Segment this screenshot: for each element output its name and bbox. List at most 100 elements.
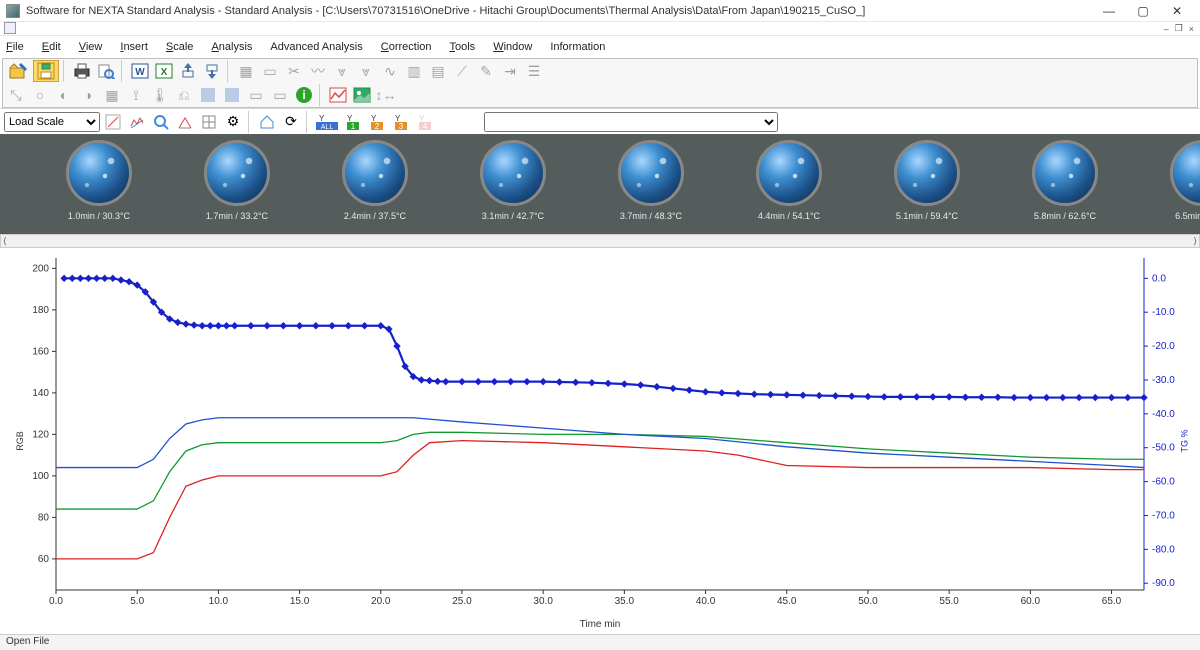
- tool-curve2-button[interactable]: ⩔: [331, 60, 353, 82]
- menu-advanced-analysis[interactable]: Advanced Analysis: [270, 41, 362, 53]
- close-button[interactable]: ✕: [1160, 1, 1194, 21]
- thumbnail-caption: 6.5min / 64.6°: [1134, 211, 1200, 221]
- print-button[interactable]: [71, 60, 93, 82]
- minimize-button[interactable]: —: [1092, 1, 1126, 21]
- toolbar-row-2: ⤡ ○ ◐ ◑ ▦ ⟟ 🌡 ⎌ ▭ ▭ i ↕↔: [3, 83, 1197, 107]
- scale-grid-button[interactable]: [198, 111, 220, 133]
- thumbnail[interactable]: 1.0min / 30.3°C: [30, 140, 168, 221]
- menu-edit[interactable]: Edit: [42, 41, 61, 53]
- gallery-scrollbar[interactable]: ⟨ ⟩: [0, 234, 1200, 248]
- open-button[interactable]: [5, 60, 31, 82]
- tool2-a[interactable]: ⤡: [5, 84, 27, 106]
- tool2-d[interactable]: ◑: [77, 84, 99, 106]
- tool2-i[interactable]: ▭: [269, 84, 291, 106]
- scale-gear-button[interactable]: ⚙: [222, 111, 244, 133]
- window-title: Software for NEXTA Standard Analysis - S…: [26, 5, 1092, 17]
- svg-text:140: 140: [32, 388, 49, 399]
- scale-select[interactable]: Load Scale: [4, 112, 100, 132]
- tool2-c[interactable]: ◐: [53, 84, 75, 106]
- svg-text:-50.0: -50.0: [1152, 443, 1175, 454]
- menu-tools[interactable]: Tools: [450, 41, 476, 53]
- tool-grid2-button[interactable]: ▤: [427, 60, 449, 82]
- tool-curve3-button[interactable]: ⩔: [355, 60, 377, 82]
- tool2-e[interactable]: ⟟: [125, 84, 147, 106]
- tool-pencil-button[interactable]: ✎: [475, 60, 497, 82]
- mdi-close-icon[interactable]: ×: [1189, 24, 1194, 34]
- tool-paste-button[interactable]: ▭: [259, 60, 281, 82]
- thumbnail[interactable]: 3.7min / 48.3°C: [582, 140, 720, 221]
- scale-btn-2[interactable]: [126, 111, 148, 133]
- menu-view[interactable]: View: [79, 41, 103, 53]
- svg-text:25.0: 25.0: [452, 596, 472, 607]
- chart-area[interactable]: 60801001201401601802000.0-10.0-20.0-30.0…: [0, 248, 1200, 634]
- tool-cut-button[interactable]: ✂: [283, 60, 305, 82]
- mdi-restore-icon[interactable]: ❐: [1175, 23, 1183, 34]
- menu-scale[interactable]: Scale: [166, 41, 194, 53]
- export-word-button[interactable]: W: [129, 60, 151, 82]
- svg-text:0.0: 0.0: [1152, 273, 1166, 284]
- menu-correction[interactable]: Correction: [381, 41, 432, 53]
- tool-range-button[interactable]: ⇥: [499, 60, 521, 82]
- tool-misc-button[interactable]: ☰: [523, 60, 545, 82]
- tool2-arrows[interactable]: ↕↔: [375, 84, 397, 106]
- chart-svg: 60801001201401601802000.0-10.0-20.0-30.0…: [0, 248, 1200, 620]
- export-excel-button[interactable]: X: [153, 60, 175, 82]
- tool2-grid[interactable]: ▦: [101, 84, 123, 106]
- thumbnail[interactable]: 6.5min / 64.6°: [1134, 140, 1200, 221]
- svg-text:2: 2: [375, 122, 380, 131]
- save-button[interactable]: [33, 60, 59, 82]
- tool-copy-button[interactable]: ▦: [235, 60, 257, 82]
- scale-home-button[interactable]: [256, 111, 278, 133]
- thumbnail[interactable]: 5.8min / 62.6°C: [996, 140, 1134, 221]
- series-select[interactable]: [484, 112, 778, 132]
- export-up-button[interactable]: [177, 60, 199, 82]
- thumbnail-image: [342, 140, 408, 206]
- scroll-left-icon[interactable]: ⟨: [3, 236, 7, 247]
- scale-peak-button[interactable]: [174, 111, 196, 133]
- svg-text:3: 3: [399, 122, 404, 131]
- thumbnail[interactable]: 2.4min / 37.5°C: [306, 140, 444, 221]
- maximize-button[interactable]: ▢: [1126, 1, 1160, 21]
- tool-peak-button[interactable]: ⟋: [451, 60, 473, 82]
- info-button[interactable]: i: [293, 84, 315, 106]
- tool2-g[interactable]: ⎌: [173, 84, 195, 106]
- svg-text:5.0: 5.0: [130, 596, 144, 607]
- tool2-temp-icon[interactable]: 🌡: [149, 84, 171, 106]
- y-all-button[interactable]: YALL: [314, 111, 340, 133]
- tool2-h[interactable]: ▭: [245, 84, 267, 106]
- titlebar: Software for NEXTA Standard Analysis - S…: [0, 0, 1200, 22]
- svg-text:200: 200: [32, 263, 49, 274]
- menu-information[interactable]: Information: [550, 41, 605, 53]
- thumbnail[interactable]: 1.7min / 33.2°C: [168, 140, 306, 221]
- menu-window[interactable]: Window: [493, 41, 532, 53]
- tool-curve4-button[interactable]: ∿: [379, 60, 401, 82]
- thumbnail[interactable]: 5.1min / 59.4°C: [858, 140, 996, 221]
- thumbnail-image: [1032, 140, 1098, 206]
- svg-text:-60.0: -60.0: [1152, 477, 1175, 488]
- tool2-b[interactable]: ○: [29, 84, 51, 106]
- tool2-blue2[interactable]: [221, 84, 243, 106]
- y2-button[interactable]: Y2: [366, 111, 388, 133]
- menu-file[interactable]: File: [6, 41, 24, 53]
- y1-button[interactable]: Y1: [342, 111, 364, 133]
- menu-insert[interactable]: Insert: [120, 41, 148, 53]
- thumbnail-image: [480, 140, 546, 206]
- image-toggle-button[interactable]: [351, 84, 373, 106]
- tool-curve1-button[interactable]: 〰: [307, 60, 329, 82]
- thumbnail[interactable]: 3.1min / 42.7°C: [444, 140, 582, 221]
- tool2-blue1[interactable]: [197, 84, 219, 106]
- scroll-right-icon[interactable]: ⟩: [1193, 236, 1197, 247]
- thumbnail[interactable]: 4.4min / 54.1°C: [720, 140, 858, 221]
- menu-analysis[interactable]: Analysis: [211, 41, 252, 53]
- scale-btn-1[interactable]: [102, 111, 124, 133]
- print-preview-button[interactable]: [95, 60, 117, 82]
- export-down-button[interactable]: [201, 60, 223, 82]
- y3-button[interactable]: Y3: [390, 111, 412, 133]
- tool-grid-button[interactable]: ▥: [403, 60, 425, 82]
- chart-toggle-button[interactable]: [327, 84, 349, 106]
- svg-text:-70.0: -70.0: [1152, 510, 1175, 521]
- y4-button[interactable]: Y4: [414, 111, 436, 133]
- scale-zoom-button[interactable]: [150, 111, 172, 133]
- scale-refresh-button[interactable]: ⟳: [280, 111, 302, 133]
- mdi-min-icon[interactable]: –: [1164, 24, 1169, 34]
